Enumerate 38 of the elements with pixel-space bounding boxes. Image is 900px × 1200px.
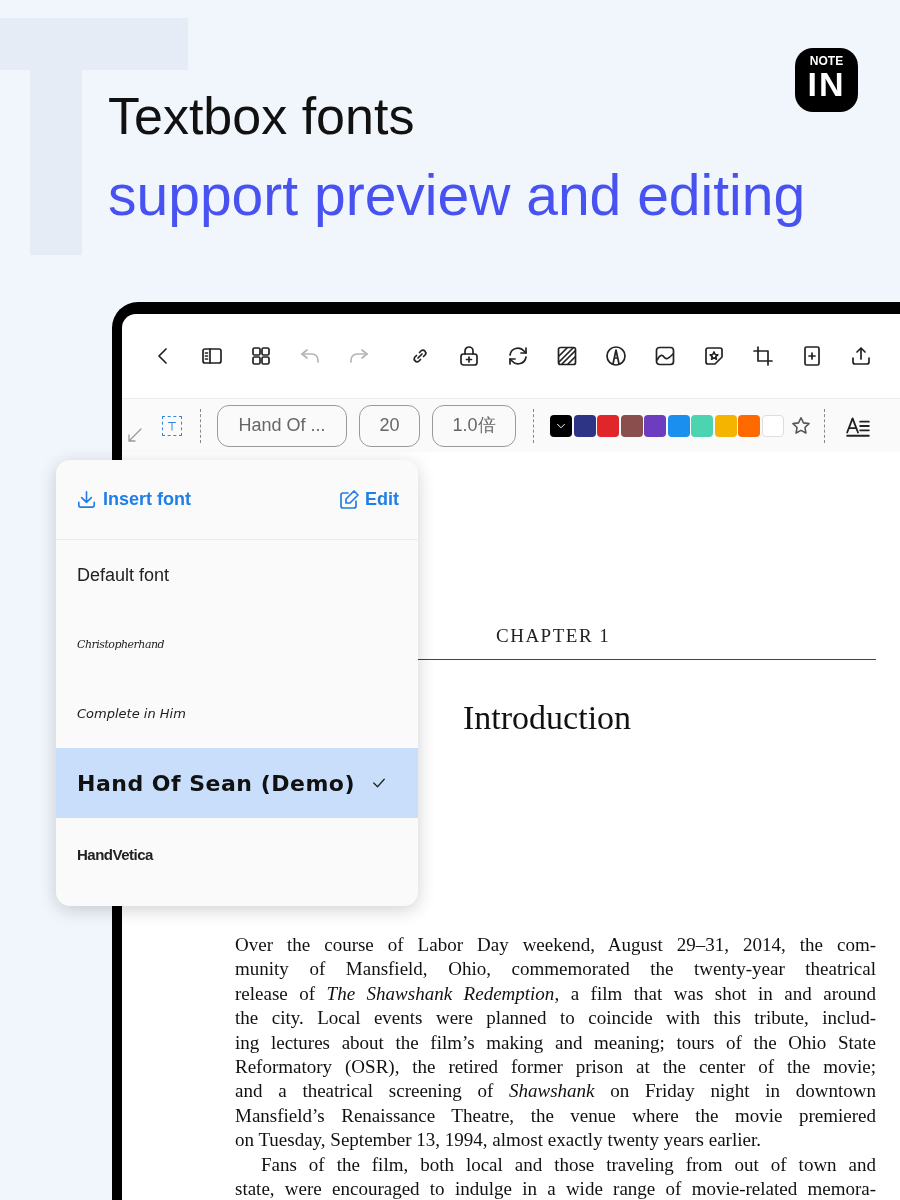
font-option[interactable]: Hand Of Sean (Demo)	[56, 748, 418, 818]
headline-title: Textbox fonts	[108, 86, 416, 147]
paragraph: Fans of the film, both local and those traveling from out of town and state, were encouraged to indulge in a wide range of movie-related memora-	[235, 1152, 876, 1200]
resize-arrow-icon	[126, 426, 144, 444]
paragraph: Over the course of Labor Day weekend, August 29–31, 2014, the com- munity of Mansfield, Ohio, commemorated the twenty-year theatrical release of The Shawshank Redemption, a film that was shot in and around the city. Local events were planned to coincide with this tribute, includ- ing lectures about the film’s making and meaning; tours of the Ohio State Reformatory (OSR), the retired former prison at the center of the movie; and a theatrical screening of Shawshank on Friday night in downtown Mansfield’s Renaissance Theatre, the venue where the movie premiered on Tuesday, September 13, 1994, almost exactly twenty years earlier.	[235, 933, 876, 1153]
toolbar-button[interactable]	[603, 343, 628, 369]
color-swatch[interactable]	[620, 414, 643, 437]
logo-text: NOTE	[809, 55, 844, 68]
edit-button[interactable]: Edit	[337, 486, 399, 513]
textbox-icon[interactable]	[162, 415, 182, 436]
font-option[interactable]: HandVetica	[56, 818, 418, 892]
headline-subtitle: support preview and editing	[108, 162, 806, 228]
crop-icon	[750, 344, 775, 368]
favorite-button[interactable]	[789, 414, 812, 437]
font-option[interactable]: Complete in Him	[56, 680, 418, 748]
font-dropdown[interactable]: Hand Of ...	[217, 404, 347, 447]
color-swatch[interactable]	[573, 414, 596, 437]
pen-icon	[603, 344, 628, 368]
color-swatch[interactable]	[691, 414, 713, 437]
color-swatch[interactable]	[667, 414, 690, 437]
color-swatch[interactable]	[761, 414, 784, 437]
font-option[interactable]: Christopherhand	[56, 610, 418, 680]
download-icon	[75, 488, 98, 511]
chapter-label: CHAPTER 1	[496, 624, 611, 648]
insert-font-button[interactable]: Insert font	[75, 486, 191, 513]
size-field[interactable]: 20	[359, 404, 420, 447]
edit-icon	[337, 487, 361, 512]
chapter-title: Introduction	[463, 698, 632, 738]
color-swatch[interactable]	[597, 414, 619, 437]
color-swatch[interactable]	[550, 414, 572, 437]
color-swatch[interactable]	[644, 414, 666, 437]
font-option[interactable]: Default font	[56, 540, 418, 610]
spacing-dropdown[interactable]: 1.0倍	[432, 404, 516, 447]
toolbar-button[interactable]	[750, 343, 775, 369]
star-icon	[789, 414, 812, 437]
color-swatch[interactable]	[738, 414, 760, 437]
logo-text: IN	[807, 68, 846, 100]
color-swatch[interactable]	[714, 414, 737, 437]
